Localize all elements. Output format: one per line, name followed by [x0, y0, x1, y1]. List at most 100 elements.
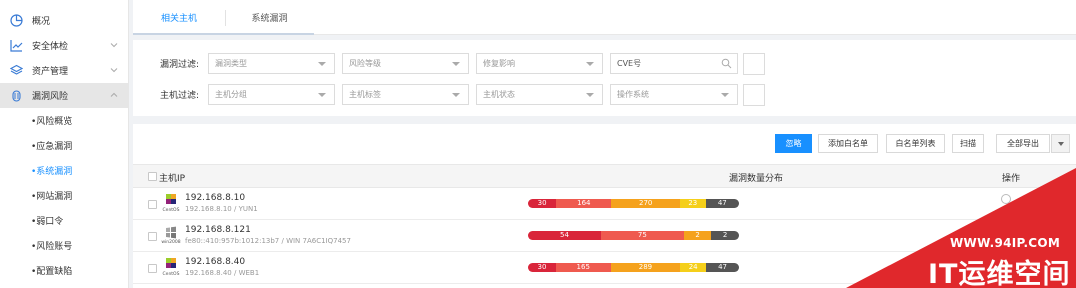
host-ip: 192.168.8.40 [185, 257, 246, 267]
tab-underline [133, 33, 314, 35]
filter-panel: 漏洞过滤: 漏洞类型 风险等级 修复影响 CVE号 主机过滤: 主机分组 主机标… [133, 40, 1076, 116]
tab-system-vuln[interactable]: 系统漏洞 [225, 0, 314, 35]
sidebar-item-asset-management[interactable]: 资产管理 [0, 58, 128, 83]
risk-level-select[interactable]: 风险等级 [342, 53, 469, 74]
windows-logo-icon: win2008 [160, 225, 182, 247]
bar-segment: 2 [683, 231, 712, 240]
table-panel: 忽略 添加白名单 白名单列表 扫描 全部导出 主机IP 漏洞数量分布 操作 Ce… [133, 124, 1076, 288]
vuln-distribution-bar: 30 164 270 23 47 [528, 199, 739, 208]
host-filter-extra-button[interactable] [743, 84, 765, 106]
caret-down-icon [586, 62, 594, 66]
vuln-distribution-bar: 30 165 289 24 47 [528, 263, 739, 272]
caret-down-icon [452, 93, 460, 97]
add-whitelist-button[interactable]: 添加白名单 [818, 134, 878, 153]
os-select[interactable]: 操作系统 [610, 84, 738, 105]
sidebar-item-vuln-risk[interactable]: 漏洞风险 [0, 83, 128, 108]
bar-segment: 164 [556, 199, 612, 208]
action-icon[interactable] [1001, 194, 1011, 204]
sidebar-item-label: 概况 [32, 17, 51, 27]
export-dropdown-button[interactable] [1051, 134, 1070, 153]
bar-segment: 289 [610, 263, 681, 272]
caret-down-icon [318, 62, 326, 66]
sidebar-subitem-web-vuln[interactable]: •网站漏洞 [0, 183, 128, 208]
host-group-select[interactable]: 主机分组 [208, 84, 335, 105]
ignore-button[interactable]: 忽略 [775, 134, 812, 153]
sidebar-subitem-risk-account[interactable]: •风险账号 [0, 233, 128, 258]
os-value: 操作系统 [617, 90, 649, 99]
bar-segment: 2 [711, 231, 739, 240]
caret-down-icon [721, 93, 729, 97]
cve-input-value: CVE号 [617, 59, 642, 68]
centos-logo-icon: CentOS [160, 193, 182, 215]
tab-bar: 相关主机 系统漏洞 [133, 0, 1076, 35]
table-header: 主机IP 漏洞数量分布 操作 [133, 164, 1076, 188]
caret-down-icon [452, 62, 460, 66]
fix-impact-select[interactable]: 修复影响 [476, 53, 603, 74]
sidebar-subitem-emergency-vuln[interactable]: •应急漏洞 [0, 133, 128, 158]
row-checkbox[interactable] [148, 232, 157, 241]
action-header: 操作 [1002, 174, 1021, 184]
sidebar-item-security-check[interactable]: 安全体检 [0, 33, 128, 58]
pie-chart-icon [9, 14, 23, 28]
row-checkbox[interactable] [148, 200, 157, 209]
tab-related-hosts[interactable]: 相关主机 [133, 0, 225, 35]
row-checkbox[interactable] [148, 264, 157, 273]
select-all-checkbox[interactable] [148, 172, 157, 181]
bar-segment: 47 [706, 263, 739, 272]
table-row[interactable]: win2008 192.168.8.121 fe80::410:957b:101… [133, 220, 1076, 252]
whitelist-list-button[interactable]: 白名单列表 [886, 134, 945, 153]
host-status-value: 主机状态 [483, 90, 515, 99]
bar-segment: 47 [705, 199, 739, 208]
bar-segment: 23 [679, 199, 706, 208]
os-caption: CentOS [162, 208, 180, 213]
sidebar-item-label: 资产管理 [32, 67, 69, 77]
chevron-up-icon [110, 92, 118, 97]
cve-search-input[interactable]: CVE号 [610, 53, 738, 74]
sidebar-subitem-system-vuln[interactable]: •系统漏洞 [0, 158, 128, 183]
caret-down-icon [586, 93, 594, 97]
vuln-type-value: 漏洞类型 [215, 59, 247, 68]
distribution-header: 漏洞数量分布 [729, 174, 784, 184]
chevron-down-icon [110, 68, 118, 73]
sidebar-item-label: 安全体检 [32, 42, 69, 52]
chevron-down-icon [110, 43, 118, 48]
layers-icon [9, 64, 23, 78]
sidebar-subitem-risk-overview[interactable]: •风险概览 [0, 108, 128, 133]
os-caption: win2008 [161, 240, 181, 245]
caret-down-icon [318, 93, 326, 97]
vuln-type-select[interactable]: 漏洞类型 [208, 53, 335, 74]
fix-impact-value: 修复影响 [483, 59, 515, 68]
os-caption: CentOS [162, 272, 180, 277]
bar-segment: 165 [555, 263, 611, 272]
vuln-filter-label: 漏洞过滤: [160, 60, 200, 70]
bug-icon [9, 89, 23, 103]
line-chart-icon [9, 39, 23, 53]
vuln-filter-extra-button[interactable] [743, 53, 765, 75]
host-tag-value: 主机标签 [349, 90, 381, 99]
sidebar-item-overview[interactable]: 概况 [0, 8, 128, 33]
bar-segment: 75 [600, 231, 684, 240]
bar-segment: 30 [528, 263, 556, 272]
main-content: 相关主机 系统漏洞 漏洞过滤: 漏洞类型 风险等级 修复影响 CVE号 主机过滤… [133, 0, 1076, 288]
table-row[interactable]: CentOS 192.168.8.40 192.168.8.40 / WEB1 … [133, 252, 1076, 284]
sidebar-subitem-weak-password[interactable]: •弱口令 [0, 208, 128, 233]
sidebar-subitem-config-defect[interactable]: •配置缺陷 [0, 258, 128, 283]
host-tag-select[interactable]: 主机标签 [342, 84, 469, 105]
bar-segment: 30 [528, 199, 557, 208]
host-subtitle: 192.168.8.40 / WEB1 [185, 269, 260, 277]
search-icon[interactable] [721, 58, 732, 69]
host-ip-header: 主机IP [159, 174, 186, 184]
bar-segment: 24 [680, 263, 707, 272]
table-row[interactable]: CentOS 192.168.8.10 192.168.8.10 / YUN1 … [133, 188, 1076, 220]
scan-button[interactable]: 扫描 [952, 134, 984, 153]
host-status-select[interactable]: 主机状态 [476, 84, 603, 105]
vuln-distribution-bar: 54 75 2 2 [528, 231, 739, 240]
export-all-button[interactable]: 全部导出 [996, 134, 1050, 153]
host-filter-label: 主机过滤: [160, 91, 200, 101]
bar-segment: 270 [611, 199, 680, 208]
sidebar-item-label: 漏洞风险 [32, 92, 69, 102]
host-subtitle: 192.168.8.10 / YUN1 [185, 205, 258, 213]
bar-segment: 54 [528, 231, 601, 240]
sidebar: 概况 安全体检 资产管理 漏洞风险 •风险概览 •应急漏洞 •系统漏洞 •网站漏… [0, 0, 129, 288]
caret-down-icon [1057, 141, 1064, 146]
